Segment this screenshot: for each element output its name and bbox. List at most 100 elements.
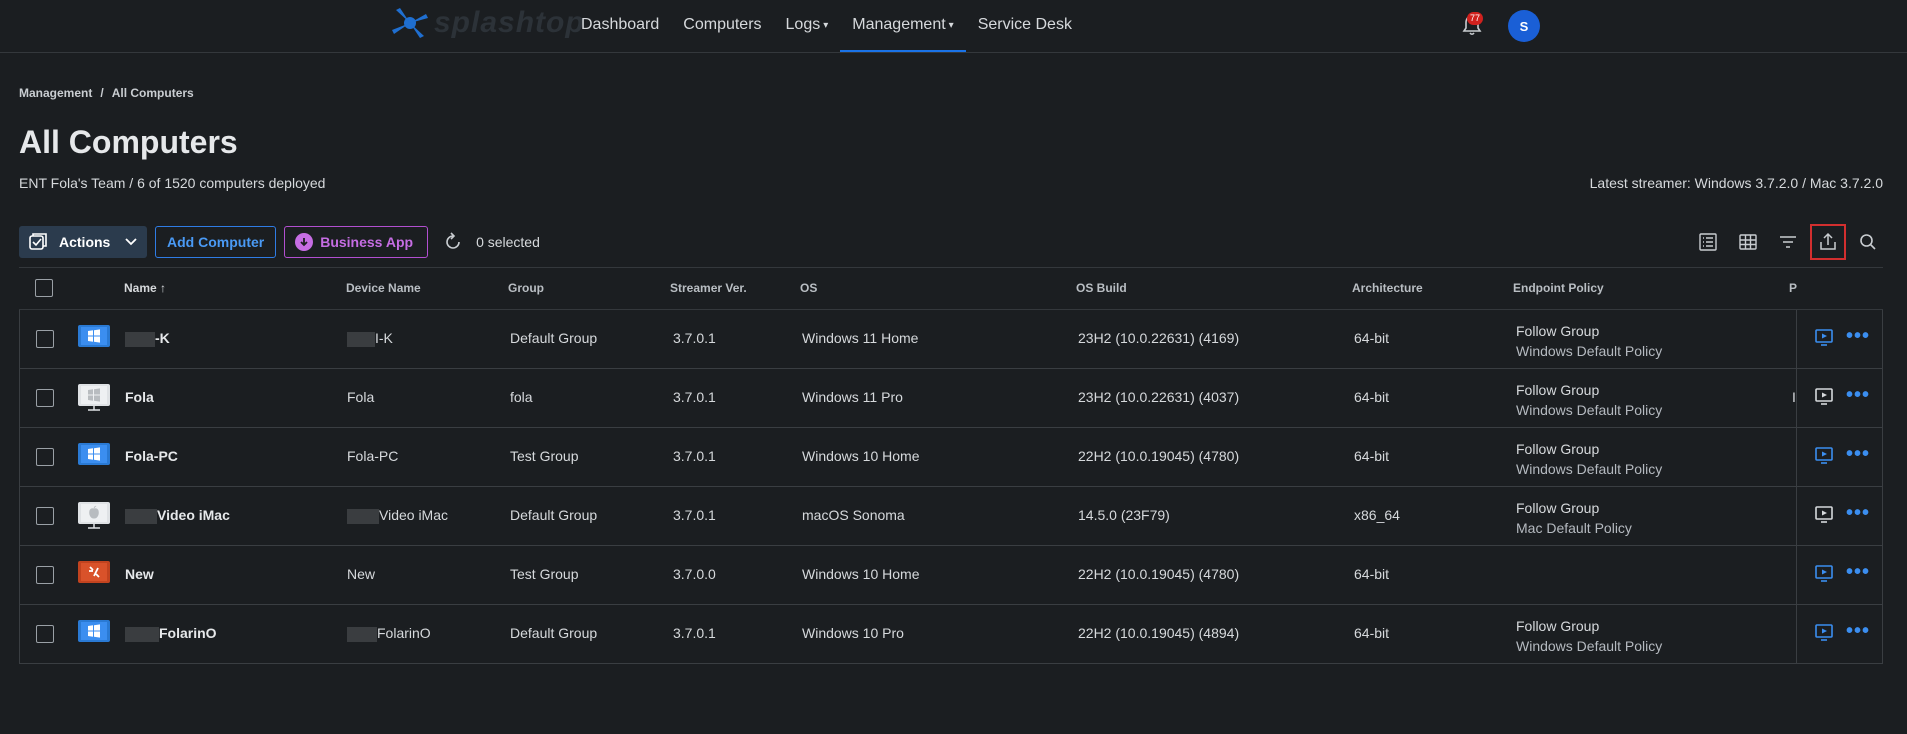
more-options-icon[interactable]: ••• [1846,621,1870,641]
chevron-down-icon [125,238,137,246]
column-header-architecture[interactable]: Architecture [1352,281,1423,295]
row-checkbox[interactable] [36,625,54,643]
table-row[interactable]: Video iMac Video iMac Default Group 3.7.0.1… [20,487,1882,546]
actions-button[interactable]: Actions [19,226,147,258]
view-tools [1690,224,1890,260]
architecture-cell: x86_64 [1354,507,1400,523]
policy-mode: Follow Group [1516,382,1600,398]
remote-connect-icon[interactable] [1814,564,1834,584]
computer-name: FolarinO [159,625,217,641]
column-header-group[interactable]: Group [508,281,544,295]
download-icon [295,233,314,251]
computer-name-cell[interactable]: Fola-PC [125,448,178,464]
more-options-icon[interactable]: ••• [1846,444,1870,464]
table-row[interactable]: New New Test Group 3.7.0.0 Windows 10 Home 22… [20,546,1882,605]
column-header-device-name[interactable]: Device Name [346,281,421,295]
group-cell: fola [510,389,533,405]
policy-name: Windows Default Policy [1516,343,1663,359]
streamer-version-cell: 3.7.0.1 [673,507,716,523]
column-header-os[interactable]: OS [800,281,817,295]
nav-label: Logs [785,16,821,33]
filter-button[interactable] [1770,224,1806,260]
os-cell: Windows 10 Home [802,448,920,464]
remote-connect-icon[interactable] [1814,387,1834,407]
add-computer-button[interactable]: Add Computer [155,226,277,258]
nav-dashboard[interactable]: Dashboard [569,0,671,50]
policy-mode: Follow Group [1516,441,1600,457]
breadcrumb-management[interactable]: Management [19,86,92,100]
row-checkbox[interactable] [36,566,54,584]
windows-broken-computer-icon [77,559,111,589]
endpoint-policy-cell: Follow Group Mac Default Policy [1516,498,1632,538]
more-options-icon[interactable]: ••• [1846,562,1870,582]
more-options-icon[interactable]: ••• [1846,503,1870,523]
chevron-down-icon: ▾ [823,19,829,31]
policy-name: Mac Default Policy [1516,520,1632,536]
computer-name-cell[interactable]: -K [125,330,170,347]
computer-name-cell[interactable]: FolarinO [125,625,217,642]
endpoint-policy-cell: Follow Group Windows Default Policy [1516,380,1662,420]
row-checkbox[interactable] [36,507,54,525]
nav-logs[interactable]: Logs ▾ [774,0,841,50]
column-header-streamer-version[interactable]: Streamer Ver. [670,281,747,295]
search-button[interactable] [1850,224,1886,260]
export-icon [1820,232,1836,250]
nav-management[interactable]: Management ▾ [840,0,966,52]
remote-connect-icon[interactable] [1814,328,1834,348]
os-cell: macOS Sonoma [802,507,905,523]
more-options-icon[interactable]: ••• [1846,385,1870,405]
redacted-text [347,508,379,524]
row-checkbox[interactable] [36,448,54,466]
table-row[interactable]: Fola-PC Fola-PC Test Group 3.7.0.1 Windows 1… [20,428,1882,487]
nav-service-desk[interactable]: Service Desk [966,0,1084,50]
mac-computer-icon [77,500,111,530]
column-header-endpoint-policy[interactable]: Endpoint Policy [1513,281,1604,295]
device-name-cell: FolarinO [347,625,431,642]
grid-view-button[interactable] [1730,224,1766,260]
logo-text: splashtop [434,6,585,39]
column-header-name[interactable]: Name ↑ [124,281,166,295]
table-body: -K I-K Default Group 3.7.0.1 Windows 11 Home… [19,310,1883,664]
device-name-cell: Fola-PC [347,448,398,464]
column-header-os-build[interactable]: OS Build [1076,281,1127,295]
group-cell: Default Group [510,330,598,346]
computer-name-cell[interactable]: New [125,566,154,582]
row-checkbox[interactable] [36,330,54,348]
redacted-text [347,626,377,642]
device-name-cell: Video iMac [347,507,448,524]
top-navigation-bar: splashtop Dashboard Computers Logs ▾ Mana… [0,0,1907,53]
computer-name-cell[interactable]: Fola [125,389,154,405]
row-checkbox[interactable] [36,389,54,407]
more-options-icon[interactable]: ••• [1846,326,1870,346]
os-cell: Windows 11 Pro [802,389,903,405]
remote-connect-icon[interactable] [1814,623,1834,643]
os-build-cell: 14.5.0 (23F79) [1078,507,1170,523]
select-all-checkbox[interactable] [35,279,53,297]
table-row[interactable]: -K I-K Default Group 3.7.0.1 Windows 11 Home… [20,310,1882,369]
list-view-button[interactable] [1690,224,1726,260]
policy-name: Windows Default Policy [1516,461,1663,477]
splashtop-logo[interactable]: splashtop [390,6,585,40]
user-avatar[interactable]: S [1508,10,1540,42]
computer-name-cell[interactable]: Video iMac [125,507,230,524]
computer-name: Fola-PC [125,448,178,464]
policy-mode: Follow Group [1516,323,1600,339]
table-toolbar: Actions Add Computer Business App 0 sele… [19,226,540,258]
column-header-truncated[interactable]: P [1789,281,1797,295]
table-row[interactable]: FolarinO FolarinO Default Group 3.7.0.1 Wind… [20,605,1882,663]
team-deployment-summary: ENT Fola's Team / 6 of 1520 computers de… [19,175,326,191]
policy-name: Windows Default Policy [1516,638,1663,654]
export-button[interactable] [1810,224,1846,260]
refresh-icon[interactable] [442,231,464,253]
breadcrumb-separator: / [100,86,104,100]
endpoint-policy-cell: Follow Group Windows Default Policy [1516,439,1662,479]
remote-connect-icon[interactable] [1814,446,1834,466]
redacted-text [125,508,157,524]
remote-connect-icon[interactable] [1814,505,1834,525]
os-build-cell: 23H2 (10.0.22631) (4037) [1078,389,1240,405]
nav-label: Service Desk [977,16,1072,33]
group-cell: Test Group [510,448,579,464]
table-row[interactable]: Fola Fola fola 3.7.0.1 Windows 11 Pro 23H2 (1… [20,369,1882,428]
nav-computers[interactable]: Computers [671,0,773,50]
business-app-button[interactable]: Business App [284,226,429,258]
